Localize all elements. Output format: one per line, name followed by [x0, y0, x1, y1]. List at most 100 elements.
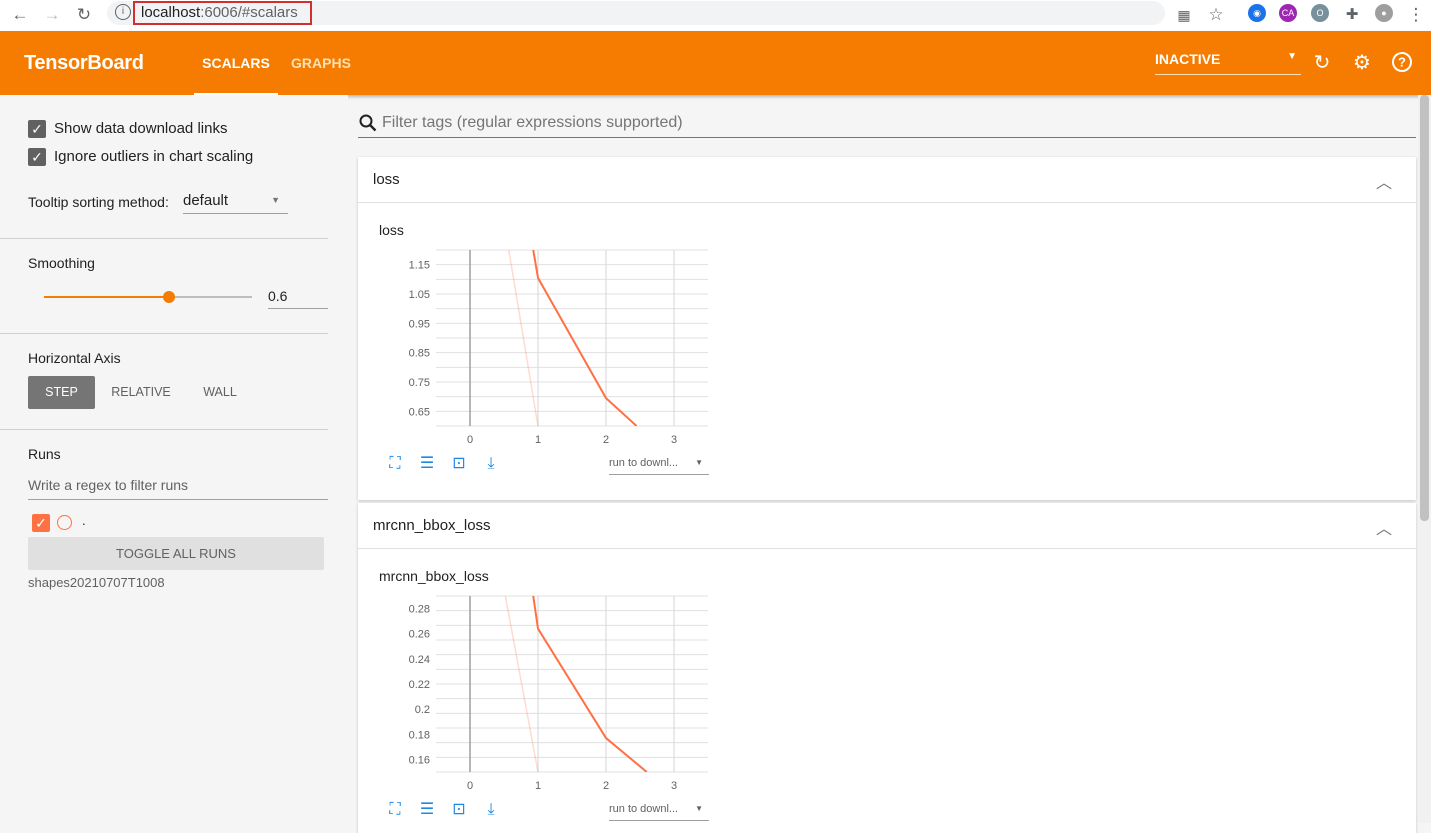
- info-icon[interactable]: i: [115, 4, 131, 20]
- sidebar: ✓ Show data download links ✓ Ignore outl…: [0, 95, 348, 823]
- mrcnn-bbox-loss-card-header[interactable]: mrcnn_bbox_loss ︿: [358, 503, 1416, 549]
- log-scale-lines-icon[interactable]: ☰: [416, 799, 438, 821]
- extension-ca-icon[interactable]: CA: [1279, 4, 1297, 22]
- divider: [0, 429, 328, 430]
- ignore-outliers-label: Ignore outliers in chart scaling: [54, 148, 254, 165]
- tag-filter-input[interactable]: Filter tags (regular expressions support…: [358, 110, 1416, 138]
- dropdown-caret-icon: ▼: [271, 195, 280, 205]
- y-tick-label: 0.95: [409, 318, 430, 330]
- collapse-chevron-icon[interactable]: ︿: [1376, 169, 1392, 193]
- y-tick-label: 0.28: [409, 604, 430, 616]
- y-tick-label: 0.85: [409, 348, 430, 360]
- forward-arrow-icon[interactable]: →: [40, 3, 64, 27]
- download-icon[interactable]: ⤓: [480, 799, 502, 821]
- loss-chart[interactable]: 0 1 2 3 1.15 1.05 0.95 0.85 0.75 0.65: [376, 247, 716, 457]
- status-value: INACTIVE: [1155, 51, 1221, 67]
- run-dot-label: .: [82, 513, 86, 528]
- extension-circle-icon[interactable]: ◉: [1248, 4, 1266, 22]
- x-tick-label: 2: [603, 780, 609, 792]
- refresh-icon[interactable]: ↻: [1310, 51, 1334, 75]
- axis-wall-button[interactable]: WALL: [189, 376, 251, 409]
- show-download-links-checkbox[interactable]: ✓: [28, 120, 46, 138]
- toggle-all-runs-button[interactable]: TOGGLE ALL RUNS: [28, 537, 324, 570]
- scrollbar-thumb[interactable]: [1420, 95, 1429, 521]
- axis-relative-button[interactable]: RELATIVE: [103, 376, 179, 409]
- qr-code-icon[interactable]: ▦: [1172, 3, 1196, 27]
- main-content: Filter tags (regular expressions support…: [348, 95, 1431, 833]
- extensions-puzzle-icon[interactable]: ✚: [1340, 3, 1364, 27]
- run-color-radio-icon[interactable]: [57, 515, 72, 530]
- back-arrow-icon[interactable]: ←: [8, 3, 32, 27]
- profile-avatar-icon[interactable]: ●: [1375, 4, 1393, 22]
- y-tick-label: 0.26: [409, 629, 430, 641]
- tooltip-sorting-value: default: [183, 192, 229, 209]
- divider: [0, 238, 328, 239]
- smoothing-slider[interactable]: [44, 291, 252, 303]
- tab-scalars[interactable]: SCALARS: [194, 31, 278, 95]
- y-tick-label: 0.2: [415, 704, 430, 716]
- smoothing-slider-fill: [44, 296, 169, 298]
- x-tick-label: 1: [535, 780, 541, 792]
- card-title: mrcnn_bbox_loss: [373, 517, 491, 534]
- browser-toolbar: ← → ↻ i localhost:6006/#scalars ▦ ☆ ◉ CA…: [0, 0, 1431, 31]
- log-scale-lines-icon[interactable]: ☰: [416, 453, 438, 475]
- download-run-select[interactable]: run to downl... ▼: [609, 453, 709, 475]
- fit-domain-icon[interactable]: ⊡: [448, 799, 470, 821]
- show-download-links-label: Show data download links: [54, 120, 228, 137]
- horizontal-axis-title: Horizontal Axis: [28, 350, 121, 366]
- ignore-outliers-checkbox[interactable]: ✓: [28, 148, 46, 166]
- status-dropdown[interactable]: INACTIVE ▼: [1155, 51, 1301, 75]
- y-tick-label: 0.22: [409, 679, 430, 691]
- y-tick-label: 1.15: [409, 260, 430, 272]
- fit-domain-icon[interactable]: ⊡: [448, 453, 470, 475]
- dropdown-caret-icon: ▼: [695, 804, 703, 813]
- axis-step-button[interactable]: STEP: [28, 376, 95, 409]
- chart-title: mrcnn_bbox_loss: [379, 568, 489, 584]
- extension-o-icon[interactable]: O: [1311, 4, 1329, 22]
- y-tick-label: 0.16: [409, 754, 430, 766]
- url-path: :6006/#scalars: [200, 4, 298, 21]
- smoothing-slider-knob[interactable]: [162, 291, 175, 303]
- mrcnn-bbox-loss-chart[interactable]: 0 1 2 3 0.28 0.26 0.24 0.22 0.2 0.18 0.16: [376, 593, 716, 803]
- smoothing-value-input[interactable]: 0.6: [268, 285, 328, 309]
- url-text[interactable]: localhost:6006/#scalars: [133, 1, 312, 25]
- y-tick-label: 0.24: [409, 654, 430, 666]
- dropdown-caret-icon: ▼: [1287, 51, 1297, 62]
- run-name: shapes20210707T1008: [28, 575, 165, 590]
- collapse-chevron-icon[interactable]: ︿: [1376, 515, 1392, 539]
- download-run-select[interactable]: run to downl... ▼: [609, 799, 709, 821]
- app-title: TensorBoard: [24, 52, 144, 74]
- tooltip-sorting-select[interactable]: default ▼: [183, 190, 288, 214]
- svg-text:?: ?: [1398, 55, 1406, 70]
- loss-card-header[interactable]: loss ︿: [358, 157, 1416, 203]
- fullscreen-icon[interactable]: ⛶: [384, 799, 406, 821]
- bookmark-star-icon[interactable]: ☆: [1204, 3, 1228, 27]
- y-tick-label: 0.75: [409, 377, 430, 389]
- page-scrollbar[interactable]: [1418, 95, 1431, 823]
- search-icon: [359, 114, 377, 132]
- run-checkbox[interactable]: ✓: [32, 514, 50, 532]
- x-tick-label: 3: [671, 780, 677, 792]
- help-icon[interactable]: ?: [1390, 51, 1414, 75]
- y-tick-label: 0.18: [409, 729, 430, 741]
- dropdown-caret-icon: ▼: [695, 458, 703, 467]
- runs-filter-input[interactable]: Write a regex to filter runs: [28, 473, 328, 500]
- url-host: localhost: [141, 4, 201, 21]
- browser-menu-icon[interactable]: ⋮: [1404, 3, 1428, 27]
- y-tick-label: 0.65: [409, 406, 430, 418]
- download-icon[interactable]: ⤓: [480, 453, 502, 475]
- reload-icon[interactable]: ↻: [72, 3, 96, 27]
- mrcnn-bbox-loss-card: mrcnn_bbox_loss ︿ mrcnn_bbox_loss 0 1 2 3 0.…: [358, 503, 1416, 833]
- loss-card: loss ︿ loss 0 1 2 3 1.15 1.05 0.95 0.85 0.75 0.65…: [358, 157, 1416, 500]
- app-header: TensorBoard SCALARS GRAPHS INACTIVE ▼ ↻ …: [0, 31, 1431, 95]
- fullscreen-icon[interactable]: ⛶: [384, 453, 406, 475]
- x-tick-label: 2: [603, 434, 609, 446]
- divider: [0, 333, 328, 334]
- tooltip-sorting-label: Tooltip sorting method:: [28, 194, 169, 210]
- runs-title: Runs: [28, 446, 61, 462]
- x-tick-label: 3: [671, 434, 677, 446]
- settings-gear-icon[interactable]: ⚙: [1350, 51, 1374, 75]
- download-run-value: run to downl...: [609, 457, 679, 469]
- tab-graphs[interactable]: GRAPHS: [286, 31, 356, 95]
- x-tick-label: 0: [467, 434, 473, 446]
